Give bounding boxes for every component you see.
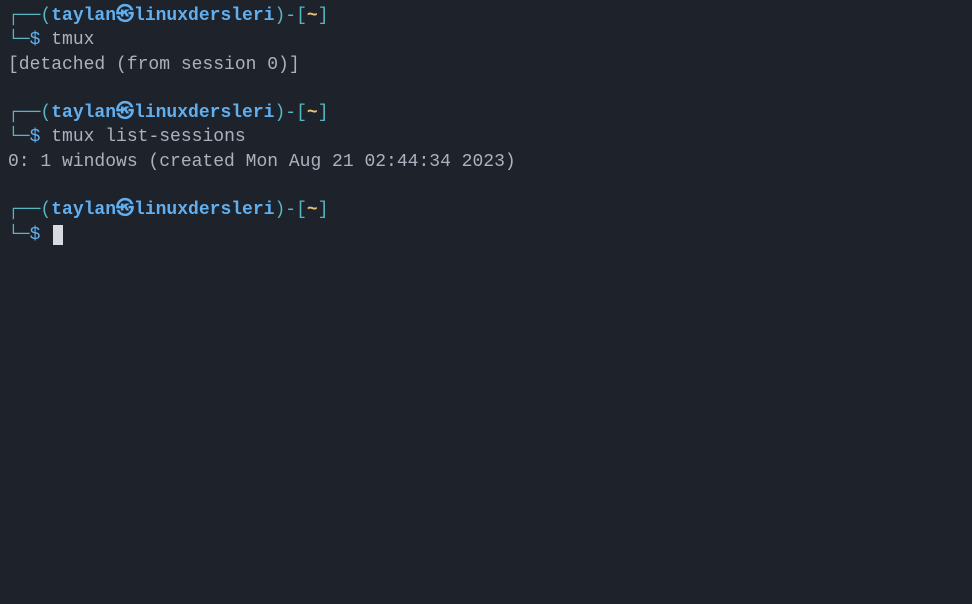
bracket-open: [ bbox=[296, 6, 307, 26]
prompt-user: taylan bbox=[51, 6, 116, 26]
box-corner-top: ┌── bbox=[8, 200, 40, 220]
paren-close: ) bbox=[274, 103, 285, 123]
dash: - bbox=[285, 6, 296, 26]
dollar-sign: $ bbox=[30, 127, 41, 147]
prompt-user: taylan bbox=[51, 200, 116, 220]
command-text: tmux list-sessions bbox=[51, 127, 245, 147]
prompt-bottom-line: └─$ tmux list-sessions bbox=[8, 125, 964, 149]
prompt-bottom-line[interactable]: └─$ bbox=[8, 223, 964, 247]
prompt-cwd: ~ bbox=[307, 200, 318, 220]
dash: - bbox=[285, 200, 296, 220]
dollar-sign: $ bbox=[30, 225, 41, 245]
paren-open: ( bbox=[40, 200, 51, 220]
dash: - bbox=[285, 103, 296, 123]
prompt-block: ┌──(taylan㉿linuxdersleri)-[~] └─$ tmux l… bbox=[8, 101, 964, 174]
cursor-icon bbox=[53, 225, 63, 245]
terminal-content[interactable]: ┌──(taylan㉿linuxdersleri)-[~] └─$ tmux [… bbox=[8, 4, 964, 247]
prompt-user: taylan bbox=[51, 103, 116, 123]
skull-icon: ㉿ bbox=[116, 200, 134, 220]
bracket-open: [ bbox=[296, 103, 307, 123]
paren-open: ( bbox=[40, 6, 51, 26]
skull-icon: ㉿ bbox=[116, 6, 134, 26]
paren-open: ( bbox=[40, 103, 51, 123]
prompt-top-line: ┌──(taylan㉿linuxdersleri)-[~] bbox=[8, 101, 964, 125]
bracket-open: [ bbox=[296, 200, 307, 220]
prompt-host: linuxdersleri bbox=[134, 103, 274, 123]
bracket-close: ] bbox=[318, 6, 329, 26]
prompt-top-line: ┌──(taylan㉿linuxdersleri)-[~] bbox=[8, 198, 964, 222]
box-corner-top: ┌── bbox=[8, 103, 40, 123]
prompt-bottom-line: └─$ tmux bbox=[8, 28, 964, 52]
prompt-cwd: ~ bbox=[307, 103, 318, 123]
prompt-cwd: ~ bbox=[307, 6, 318, 26]
bracket-close: ] bbox=[318, 103, 329, 123]
prompt-block-active: ┌──(taylan㉿linuxdersleri)-[~] └─$ bbox=[8, 198, 964, 247]
dollar-sign: $ bbox=[30, 30, 41, 50]
prompt-host: linuxdersleri bbox=[134, 200, 274, 220]
prompt-host: linuxdersleri bbox=[134, 6, 274, 26]
box-corner-bottom: └─ bbox=[8, 225, 30, 245]
box-corner-top: ┌── bbox=[8, 6, 40, 26]
paren-close: ) bbox=[274, 200, 285, 220]
skull-icon: ㉿ bbox=[116, 103, 134, 123]
command-output: [detached (from session 0)] bbox=[8, 53, 964, 77]
command-text: tmux bbox=[51, 30, 94, 50]
box-corner-bottom: └─ bbox=[8, 127, 30, 147]
prompt-top-line: ┌──(taylan㉿linuxdersleri)-[~] bbox=[8, 4, 964, 28]
command-output: 0: 1 windows (created Mon Aug 21 02:44:3… bbox=[8, 150, 964, 174]
prompt-block: ┌──(taylan㉿linuxdersleri)-[~] └─$ tmux [… bbox=[8, 4, 964, 77]
paren-close: ) bbox=[274, 6, 285, 26]
bracket-close: ] bbox=[318, 200, 329, 220]
box-corner-bottom: └─ bbox=[8, 30, 30, 50]
